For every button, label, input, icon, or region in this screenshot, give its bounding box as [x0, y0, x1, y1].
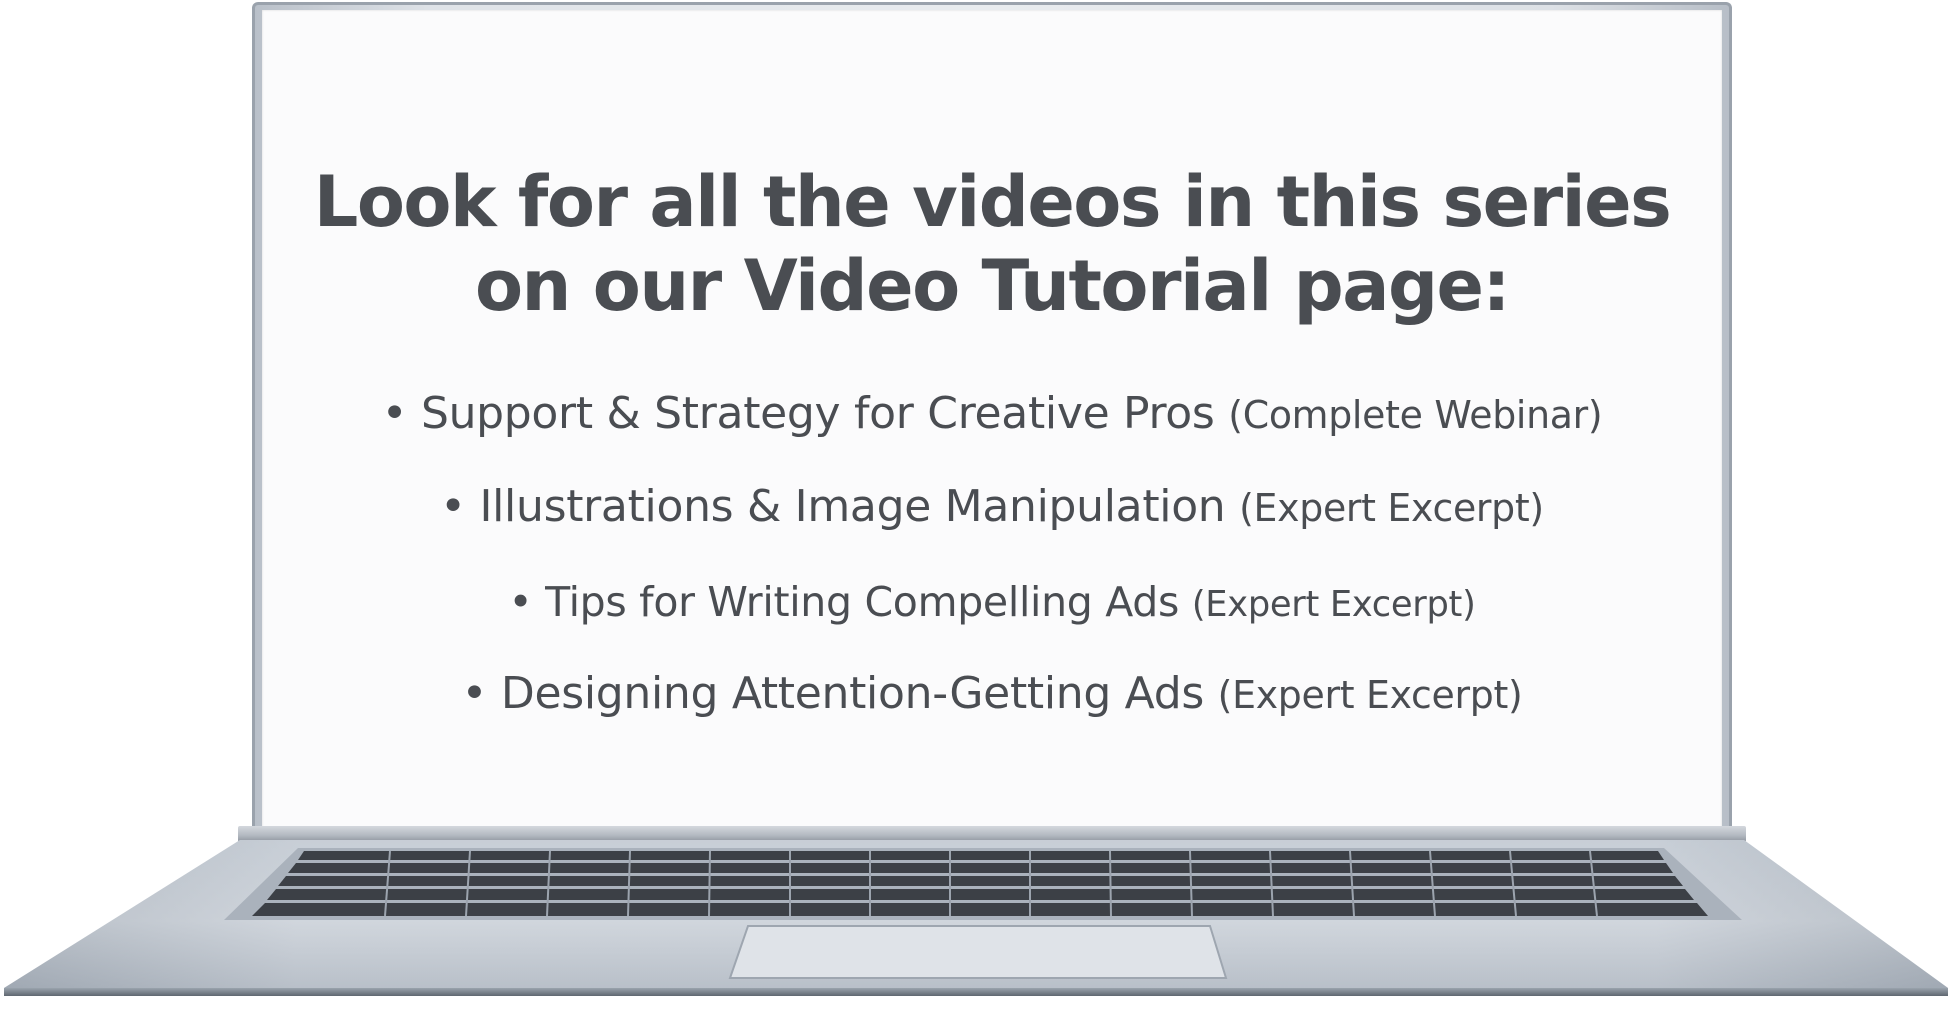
video-item-illustrations: • Illustrations & Image Manipulation (Ex… — [262, 481, 1722, 532]
deck-front-edge — [4, 988, 1948, 996]
headline-line-2: on our Video Tutorial page: — [474, 245, 1511, 327]
video-type: (Complete Webinar) — [1228, 393, 1603, 437]
video-type: (Expert Excerpt) — [1217, 673, 1523, 717]
bullet: • — [508, 578, 533, 626]
video-title: Designing Attention-Getting Ads — [500, 668, 1204, 719]
bullet: • — [381, 388, 408, 439]
headline: Look for all the videos in this series o… — [262, 160, 1722, 328]
laptop-base-graphic — [4, 840, 1948, 996]
laptop-base — [0, 840, 1952, 1000]
video-item-designing-ads: • Designing Attention-Getting Ads (Exper… — [262, 668, 1722, 719]
video-title: Support & Strategy for Creative Pros — [420, 388, 1215, 439]
headline-line-1: Look for all the videos in this series — [313, 161, 1672, 243]
trackpad — [728, 925, 1228, 979]
video-type: (Expert Excerpt) — [1191, 584, 1476, 625]
laptop-screen: Look for all the videos in this series o… — [262, 10, 1722, 828]
laptop-illustration: Look for all the videos in this series o… — [0, 0, 1952, 1034]
video-item-support-strategy: • Support & Strategy for Creative Pros (… — [262, 388, 1722, 439]
video-title: Tips for Writing Compelling Ads — [545, 578, 1180, 626]
video-item-writing-ads: • Tips for Writing Compelling Ads (Exper… — [262, 578, 1722, 626]
video-title: Illustrations & Image Manipulation — [479, 481, 1226, 532]
bullet: • — [461, 668, 488, 719]
video-type: (Expert Excerpt) — [1239, 486, 1544, 530]
bullet: • — [440, 481, 466, 532]
